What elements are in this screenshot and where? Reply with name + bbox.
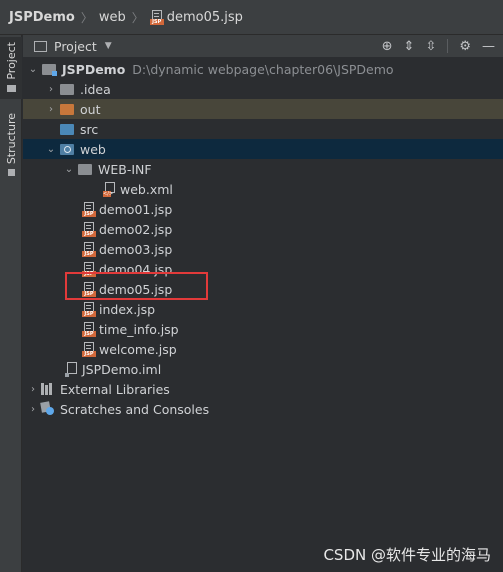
external-libraries-label: External Libraries xyxy=(60,381,170,397)
folder-icon xyxy=(60,83,74,95)
tab-project[interactable]: Project xyxy=(0,37,22,99)
tab-project-label: Project xyxy=(4,42,18,80)
jsp-file-label: time_info.jsp xyxy=(99,321,179,337)
tree-node-jsp[interactable]: JSP welcome.jsp xyxy=(23,339,503,359)
idea-label: .idea xyxy=(80,81,111,97)
jsp-file-icon: JSP xyxy=(82,301,96,317)
jsp-file-label: demo03.jsp xyxy=(99,241,173,257)
tree-node-out[interactable]: › out xyxy=(23,99,503,119)
locate-icon[interactable]: ⊕ xyxy=(382,39,393,54)
collapse-all-icon[interactable]: ⇳ xyxy=(425,39,436,54)
chevron-right-icon[interactable]: › xyxy=(46,104,56,115)
project-icon xyxy=(34,40,47,52)
out-label: out xyxy=(80,101,101,117)
tree-node-jsp[interactable]: JSP demo02.jsp xyxy=(23,219,503,239)
web-inf-label: WEB-INF xyxy=(98,161,152,177)
scratches-icon xyxy=(40,401,55,416)
src-label: src xyxy=(80,121,99,137)
xml-file-icon: </> xyxy=(103,181,117,197)
project-tree: ⌄ JSPDemo D:\dynamic webpage\chapter06\J… xyxy=(23,58,503,572)
jsp-file-label: demo01.jsp xyxy=(99,201,173,217)
project-view-selector[interactable]: Project ▼ xyxy=(34,39,112,54)
tree-node-src[interactable]: src xyxy=(23,119,503,139)
breadcrumb-file[interactable]: JSP demo05.jsp xyxy=(149,9,243,25)
tree-node-jsp[interactable]: JSP demo03.jsp xyxy=(23,239,503,259)
tab-structure[interactable]: Structure xyxy=(0,113,22,185)
breadcrumb: JSPDemo 〉 web 〉 JSP demo05.jsp xyxy=(0,0,503,35)
excluded-folder-icon xyxy=(60,103,74,115)
toolbar-divider xyxy=(447,39,449,53)
web-label: web xyxy=(80,141,106,157)
tree-node-jsp[interactable]: JSP demo01.jsp xyxy=(23,199,503,219)
tab-structure-label: Structure xyxy=(4,113,18,165)
jsp-file-icon: JSP xyxy=(82,341,96,357)
tree-node-web[interactable]: ⌄ web xyxy=(23,139,503,159)
tree-node-scratches[interactable]: › Scratches and Consoles xyxy=(23,399,503,419)
jsp-file-label: welcome.jsp xyxy=(99,341,177,357)
folder-icon xyxy=(78,163,92,175)
structure-icon xyxy=(7,169,15,177)
project-panel-header: Project ▼ ⊕ ⇕ ⇳ ⚙ — xyxy=(23,35,503,57)
jsp-file-label: index.jsp xyxy=(99,301,156,317)
minimize-icon[interactable]: — xyxy=(482,39,495,54)
folder-icon xyxy=(6,84,16,92)
tree-node-jsp[interactable]: JSP time_info.jsp xyxy=(23,319,503,339)
jsp-file-label: demo02.jsp xyxy=(99,221,173,237)
watermark: CSDN @软件专业的海马 xyxy=(323,546,491,564)
module-file-icon xyxy=(65,361,79,377)
tree-node-iml[interactable]: JSPDemo.iml xyxy=(23,359,503,379)
jsp-file-icon: JSP xyxy=(82,201,96,217)
jsp-file-icon: JSP xyxy=(82,321,96,337)
chevron-right-icon[interactable]: › xyxy=(46,84,56,95)
gear-icon[interactable]: ⚙ xyxy=(459,39,471,54)
source-folder-icon xyxy=(60,123,74,135)
jsp-file-icon: JSP xyxy=(149,9,164,25)
library-icon xyxy=(41,383,55,395)
chevron-down-icon: ▼ xyxy=(104,41,112,51)
breadcrumb-separator: 〉 xyxy=(80,10,93,25)
tree-node-idea[interactable]: › .idea xyxy=(23,79,503,99)
root-path: D:\dynamic webpage\chapter06\JSPDemo xyxy=(132,61,394,77)
chevron-down-icon[interactable]: ⌄ xyxy=(46,144,56,155)
chevron-right-icon[interactable]: › xyxy=(28,404,38,415)
project-folder-icon xyxy=(42,63,57,76)
highlight-box xyxy=(65,272,208,300)
breadcrumb-separator: 〉 xyxy=(131,10,144,25)
root-label: JSPDemo xyxy=(62,61,126,77)
tree-node-web-xml[interactable]: </> web.xml xyxy=(23,179,503,199)
tree-node-root[interactable]: ⌄ JSPDemo D:\dynamic webpage\chapter06\J… xyxy=(23,59,503,79)
panel-title: Project xyxy=(54,38,97,54)
tree-node-web-inf[interactable]: ⌄ WEB-INF xyxy=(23,159,503,179)
breadcrumb-file-label: demo05.jsp xyxy=(166,9,243,25)
expand-all-icon[interactable]: ⇕ xyxy=(404,39,415,54)
jsp-file-icon: JSP xyxy=(82,221,96,237)
web-xml-label: web.xml xyxy=(120,181,173,197)
chevron-down-icon[interactable]: ⌄ xyxy=(64,164,74,175)
iml-label: JSPDemo.iml xyxy=(82,361,162,377)
panel-toolbar: ⊕ ⇕ ⇳ ⚙ — xyxy=(382,35,495,57)
tree-node-external-libraries[interactable]: › External Libraries xyxy=(23,379,503,399)
scratches-label: Scratches and Consoles xyxy=(60,401,210,417)
tool-window-strip: Project Structure xyxy=(0,35,22,572)
tree-node-jsp[interactable]: JSP index.jsp xyxy=(23,299,503,319)
breadcrumb-project[interactable]: JSPDemo xyxy=(9,10,75,25)
web-folder-icon xyxy=(60,143,74,155)
jsp-file-icon: JSP xyxy=(82,241,96,257)
chevron-down-icon[interactable]: ⌄ xyxy=(28,64,38,75)
chevron-right-icon[interactable]: › xyxy=(28,384,38,395)
breadcrumb-folder[interactable]: web xyxy=(99,10,126,25)
